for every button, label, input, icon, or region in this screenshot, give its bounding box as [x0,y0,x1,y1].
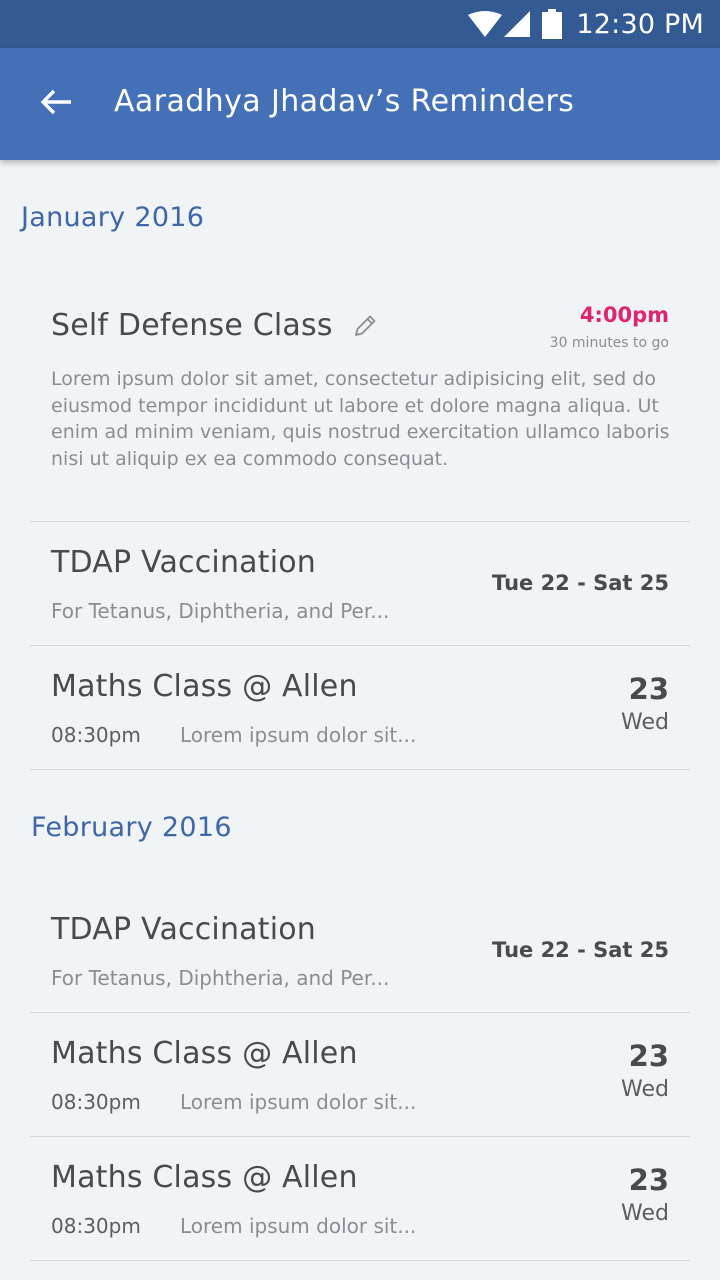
page-title: Aaradhya Jhadav’s Reminders [114,84,575,119]
back-button[interactable] [28,78,84,130]
reminder-title: Maths Class @ Allen [51,1160,358,1195]
reminder-description: Lorem ipsum dolor sit... [180,1214,417,1238]
reminder-description: Lorem ipsum dolor sit amet, consectetur … [51,368,670,470]
reminder-countdown: 30 minutes to go [549,335,669,351]
reminder-item[interactable]: Maths Class @ Allen 08:30pm Lorem ipsum … [30,1013,690,1137]
reminder-time: 4:00pm [579,303,669,327]
reminder-subtitle: For Tetanus, Diphtheria, and Per... [51,966,390,990]
reminder-item[interactable]: Maths Class @ Allen 08:30pm Lorem ipsum … [30,646,690,770]
reminder-title: Self Defense Class [51,308,333,343]
reminder-weekday: Wed [621,1201,669,1226]
battery-icon [542,9,563,39]
reminder-item[interactable]: TDAP Vaccination For Tetanus, Diphtheria… [30,889,690,1013]
wifi-icon [468,11,503,37]
reminder-day-number: 23 [628,1039,669,1073]
status-icons: 12:30 PM [468,0,704,48]
section-header-february: February 2016 [31,812,232,843]
reminder-item[interactable]: Self Defense Class 4:00pm 30 minutes to … [30,270,690,522]
section-header-january: January 2016 [21,202,205,233]
reminder-description: Lorem ipsum dolor sit... [180,1090,417,1114]
reminder-subtitle: For Tetanus, Diphtheria, and Per... [51,599,390,623]
reminder-title: TDAP Vaccination [51,545,317,580]
status-clock: 12:30 PM [576,8,704,40]
status-bar: 12:30 PM [0,0,720,48]
reminder-time: 08:30pm [51,723,141,747]
reminder-weekday: Wed [621,710,669,735]
reminder-description: Lorem ipsum dolor sit... [180,723,417,747]
reminder-title: Maths Class @ Allen [51,1036,358,1071]
reminder-day-number: 23 [628,1163,669,1197]
reminder-date-range: Tue 22 - Sat 25 [492,938,669,962]
reminder-title: Maths Class @ Allen [51,669,358,704]
reminder-item[interactable]: Maths Class @ Allen 08:30pm Lorem ipsum … [30,1137,690,1261]
signal-icon [504,11,531,37]
pencil-icon[interactable] [352,313,378,343]
app-bar: Aaradhya Jhadav’s Reminders [0,48,720,160]
reminder-title: TDAP Vaccination [51,912,317,947]
reminder-day-number: 23 [628,672,669,706]
reminder-weekday: Wed [621,1077,669,1102]
reminder-time: 08:30pm [51,1090,141,1114]
reminder-item[interactable]: TDAP Vaccination For Tetanus, Diphtheria… [30,522,690,646]
arrow-left-icon [39,88,73,120]
reminder-time: 08:30pm [51,1214,141,1238]
reminder-date-range: Tue 22 - Sat 25 [492,571,669,595]
